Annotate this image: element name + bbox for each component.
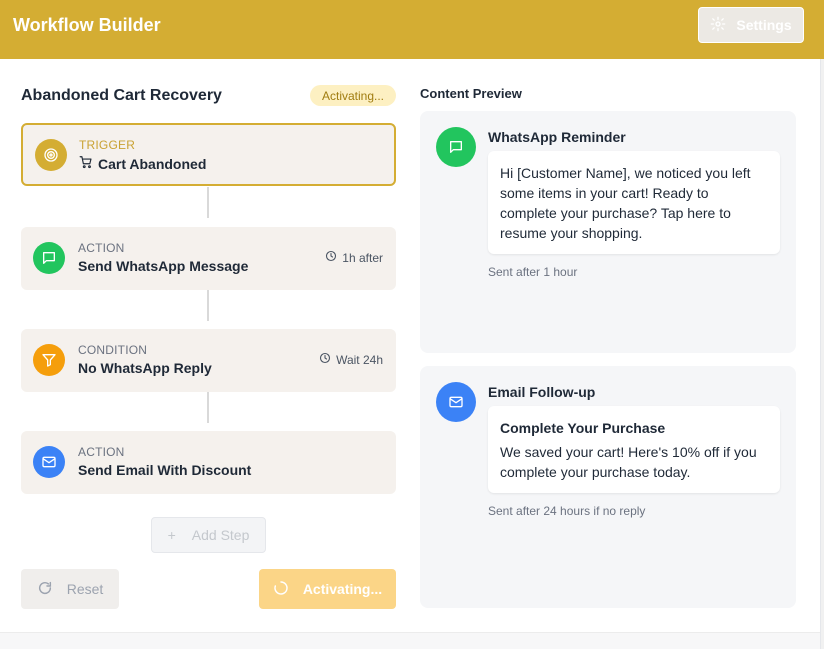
whatsapp-preview-card: WhatsApp Reminder Hi [Customer Name], we… (420, 111, 796, 353)
settings-button[interactable]: Settings (698, 7, 804, 43)
email-preview-card: Email Follow-up Complete Your Purchase W… (420, 366, 796, 608)
email-body-line: We saved your cart! Here's 10% off if yo… (500, 444, 757, 460)
clock-icon (319, 352, 331, 367)
step-timing: Wait 24h (319, 352, 383, 367)
activate-label: Activating... (302, 581, 383, 597)
step-kind: ACTION (78, 241, 125, 255)
workflow-step-email[interactable]: ACTION Send Email With Discount (21, 431, 396, 494)
email-body-line: complete your purchase today. (500, 464, 691, 480)
app-title: Workflow Builder (13, 15, 161, 35)
message-line: complete your purchase? Tap here to (500, 205, 731, 221)
cart-icon (79, 155, 93, 172)
reset-label: Reset (66, 581, 104, 597)
message-line: some items in your cart! Ready to (500, 185, 709, 201)
email-subject: Complete Your Purchase (500, 420, 666, 436)
step-name: Cart Abandoned (79, 155, 206, 172)
message-line: resume your shopping. (500, 225, 643, 241)
workflow-title: Abandoned Cart Recovery (21, 87, 222, 104)
mail-icon (436, 382, 476, 422)
step-connector (207, 392, 209, 423)
gear-icon (710, 16, 726, 35)
reset-button[interactable]: Reset (21, 569, 119, 609)
content-preview-title: Content Preview (420, 86, 522, 101)
add-step-button[interactable]: + Add Step (151, 517, 266, 553)
step-name: Send Email With Discount (78, 462, 252, 478)
activate-button[interactable]: Activating... (259, 569, 396, 609)
step-kind: CONDITION (78, 343, 148, 357)
chat-bubble-icon (33, 242, 65, 274)
refresh-icon (37, 580, 53, 599)
mail-icon (33, 446, 65, 478)
settings-label: Settings (736, 17, 792, 33)
target-icon (35, 139, 67, 171)
footer-strip (0, 632, 820, 649)
add-step-label: Add Step (191, 527, 250, 543)
plus-icon: + (167, 527, 176, 543)
chat-bubble-icon (436, 127, 476, 167)
workflow-step-condition[interactable]: CONDITION No WhatsApp Reply Wait 24h (21, 329, 396, 392)
step-timing: 1h after (325, 250, 383, 265)
email-preview-title: Email Follow-up (488, 384, 596, 400)
step-timing-label: Wait 24h (336, 352, 383, 367)
message-line: Hi [Customer Name], we noticed you left (500, 165, 751, 181)
step-name: Send WhatsApp Message (78, 258, 249, 274)
step-kind: ACTION (78, 445, 125, 459)
email-sent-timing: Sent after 24 hours if no reply (488, 504, 646, 518)
whatsapp-message-bubble: Hi [Customer Name], we noticed you left … (488, 151, 780, 254)
step-name: No WhatsApp Reply (78, 360, 212, 376)
status-badge: Activating... (310, 85, 396, 106)
workflow-step-trigger[interactable]: TRIGGER Cart Abandoned (21, 123, 396, 186)
whatsapp-sent-timing: Sent after 1 hour (488, 265, 578, 279)
step-kind: TRIGGER (79, 138, 136, 152)
app-header: Workflow Builder Settings (0, 0, 824, 59)
filter-icon (33, 344, 65, 376)
workflow-step-whatsapp[interactable]: ACTION Send WhatsApp Message 1h after (21, 227, 396, 290)
step-connector (207, 290, 209, 321)
clock-icon (325, 250, 337, 265)
loading-spinner-icon (273, 580, 289, 599)
step-connector (207, 187, 209, 218)
step-timing-label: 1h after (342, 250, 383, 265)
step-name-label: Cart Abandoned (98, 155, 207, 172)
whatsapp-preview-title: WhatsApp Reminder (488, 129, 626, 145)
email-message-bubble: Complete Your Purchase We saved your car… (488, 406, 780, 493)
page-scrollbar[interactable] (820, 59, 824, 649)
